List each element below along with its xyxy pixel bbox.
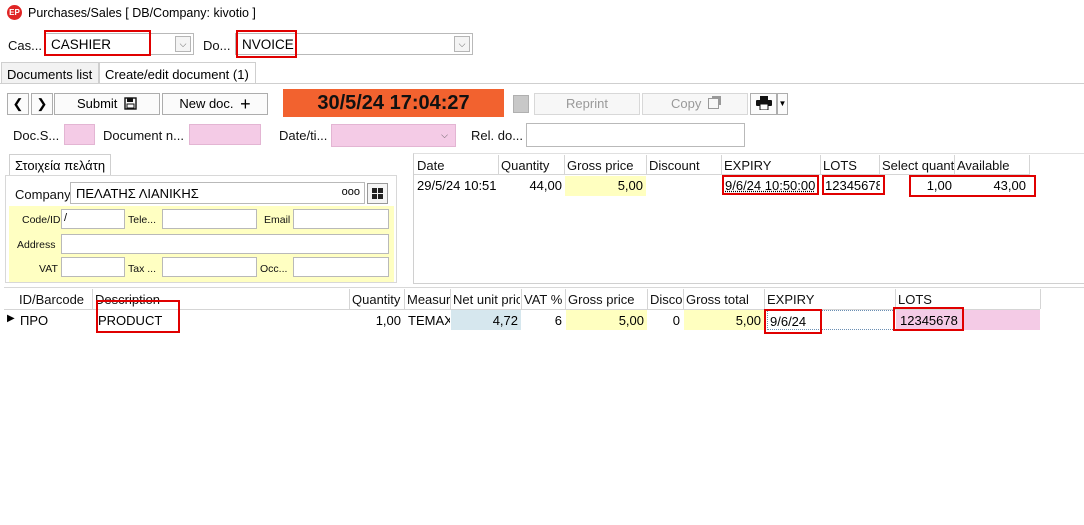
lots-header-date[interactable]: Date: [417, 158, 497, 173]
rel-doc-field[interactable]: [526, 123, 745, 147]
lines-cell-vat[interactable]: 6: [524, 313, 562, 328]
lots-cell-gross-price[interactable]: 5,00: [565, 176, 646, 196]
lines-cell-expiry[interactable]: 9/6/24: [767, 310, 895, 330]
submit-button[interactable]: Submit: [54, 93, 160, 115]
lines-cell-discount[interactable]: 0: [650, 313, 680, 328]
lines-cell-quantity[interactable]: 1,00: [351, 313, 401, 328]
new-doc-label: New doc.: [179, 96, 234, 111]
printer-icon: [755, 96, 772, 111]
lines-header-net-unit[interactable]: Net unit pric: [453, 292, 520, 307]
save-icon: [124, 97, 137, 110]
prev-button[interactable]: ❮: [7, 93, 29, 115]
doc-number-field[interactable]: [189, 124, 261, 145]
tax-office-label: Tax ...: [128, 263, 157, 275]
email-label: Email: [264, 214, 291, 226]
vat-label: VAT: [39, 263, 58, 275]
copy-icon: [707, 98, 719, 109]
code-label: Code/ID: [22, 214, 61, 226]
lines-cell-id[interactable]: ΠΡΟ: [20, 313, 90, 328]
lines-cell-lots[interactable]: 12345678: [896, 310, 1040, 330]
lines-cell-measure[interactable]: TEMAX: [408, 313, 450, 328]
lines-header-measure[interactable]: Measur: [407, 292, 450, 307]
tab-create-edit-document[interactable]: Create/edit document (1): [99, 62, 256, 84]
email-field[interactable]: [293, 209, 389, 229]
plus-icon: +: [240, 94, 251, 114]
lots-cell-quantity[interactable]: 44,00: [500, 178, 562, 193]
lots-header-select-qty[interactable]: Select quant: [882, 158, 954, 173]
lots-cell-select-qty[interactable]: 1,00: [882, 178, 952, 193]
lines-header-description[interactable]: Description: [95, 292, 347, 307]
datetime-banner: 30/5/24 17:04:27: [283, 89, 504, 117]
datetime-field[interactable]: ⌵: [331, 124, 456, 147]
chevron-down-icon[interactable]: ⌵: [437, 128, 452, 143]
occupation-label: Occ...: [260, 263, 288, 275]
cashier-label: Cas...: [8, 38, 42, 53]
lots-cell-expiry[interactable]: 9/6/24 10:50:00: [725, 178, 819, 193]
lines-header-gross-total[interactable]: Gross total: [686, 292, 762, 307]
print-options-button[interactable]: ▼: [777, 93, 788, 115]
lots-cell-lots[interactable]: 12345678: [825, 178, 880, 193]
lots-header-discount[interactable]: Discount: [649, 158, 719, 173]
lines-header-vat[interactable]: VAT %: [524, 292, 565, 307]
datetime-label: Date/ti...: [279, 128, 328, 143]
lines-cell-description[interactable]: PRODUCT: [98, 313, 338, 328]
cashier-value: CASHIER: [51, 37, 112, 52]
lots-header-available[interactable]: Available: [957, 158, 1029, 173]
next-button[interactable]: ❯: [31, 93, 53, 115]
rel-doc-label: Rel. do...: [471, 128, 524, 143]
copy-label: Copy: [671, 96, 702, 111]
reprint-button[interactable]: Reprint: [534, 93, 640, 115]
more-dots-icon[interactable]: ooo: [342, 186, 360, 198]
lines-header-lots[interactable]: LOTS: [898, 292, 1038, 307]
tab-documents-list[interactable]: Documents list: [1, 62, 99, 84]
copy-button[interactable]: Copy: [642, 93, 748, 115]
code-value: /: [64, 212, 68, 224]
window-title: Purchases/Sales [ DB/Company: kivotio ]: [28, 6, 256, 20]
grid-icon[interactable]: [367, 183, 388, 204]
lines-header-expiry[interactable]: EXPIRY: [767, 292, 893, 307]
doc-series-field[interactable]: [64, 124, 95, 145]
tab-customer-info[interactable]: Στοιχεία πελάτη: [9, 154, 112, 175]
lines-cell-net-unit[interactable]: 4,72: [451, 310, 521, 330]
occupation-field[interactable]: [293, 257, 389, 277]
cashier-select[interactable]: CASHIER ⌵: [44, 33, 194, 55]
print-button[interactable]: [750, 93, 777, 115]
doc-type-select[interactable]: NVOICE ⌵: [235, 33, 473, 55]
company-value: ΠΕΛΑΤΗΣ ΛΙΑΝΙΚΗΣ: [76, 186, 199, 201]
chevron-down-icon[interactable]: ⌵: [175, 36, 191, 52]
document-icon: [513, 95, 529, 113]
code-field[interactable]: /: [61, 209, 125, 229]
vat-field[interactable]: [61, 257, 125, 277]
lines-cell-gross-total[interactable]: 5,00: [684, 310, 764, 330]
lots-cell-available[interactable]: 43,00: [957, 178, 1026, 193]
submit-label: Submit: [76, 96, 118, 111]
lots-header-expiry[interactable]: EXPIRY: [724, 158, 819, 173]
tab-divider: [0, 83, 1084, 84]
chevron-down-icon[interactable]: ⌵: [454, 36, 470, 52]
telephone-label: Tele...: [128, 214, 157, 226]
address-field[interactable]: [61, 234, 389, 254]
app-logo-icon: EP: [7, 5, 22, 20]
doc-number-label: Document n...: [103, 128, 184, 143]
doc-series-label: Doc.S...: [13, 128, 60, 143]
doc-type-value: NVOICE: [242, 37, 294, 52]
tax-office-field[interactable]: [162, 257, 257, 277]
new-doc-button[interactable]: New doc. +: [162, 93, 268, 115]
lots-header-gross-price[interactable]: Gross price: [567, 158, 645, 173]
company-label: Company: [15, 187, 71, 202]
lots-header-lots[interactable]: LOTS: [823, 158, 878, 173]
doc-type-label: Do...: [203, 38, 231, 53]
telephone-field[interactable]: [162, 209, 257, 229]
address-label: Address: [17, 239, 56, 251]
lots-header-quantity[interactable]: Quantity: [501, 158, 563, 173]
company-field[interactable]: ΠΕΛΑΤΗΣ ΛΙΑΝΙΚΗΣ ooo: [70, 182, 365, 204]
lines-cell-gross-price[interactable]: 5,00: [566, 310, 647, 330]
lines-header-gross-price[interactable]: Gross price: [568, 292, 646, 307]
lines-header-quantity[interactable]: Quantity: [352, 292, 404, 307]
lots-cell-date[interactable]: 29/5/24 10:51: [417, 178, 497, 193]
row-pointer-icon: ▶: [7, 313, 15, 324]
lines-header-discount[interactable]: Disco: [650, 292, 682, 307]
lines-grid-top: [4, 287, 1084, 288]
lines-header-id[interactable]: ID/Barcode: [19, 292, 91, 307]
